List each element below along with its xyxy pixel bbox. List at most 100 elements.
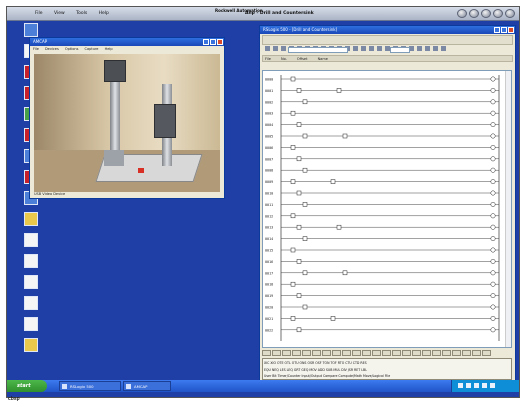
vertical-scrollbar[interactable] (505, 71, 511, 347)
instruction-tab[interactable] (392, 350, 401, 356)
contact-icon[interactable] (342, 270, 348, 276)
contact-icon[interactable] (296, 224, 302, 230)
coil-icon[interactable] (490, 190, 496, 196)
video-menu-devices[interactable]: Devices (45, 47, 59, 51)
instruction-tab[interactable] (452, 350, 461, 356)
instruction-tab[interactable] (402, 350, 411, 356)
contact-icon[interactable] (290, 247, 296, 253)
desktop-icon[interactable] (11, 23, 51, 38)
contact-icon[interactable] (296, 259, 302, 264)
maximize-icon[interactable] (501, 27, 507, 33)
instruction-tab[interactable] (412, 350, 421, 356)
video-menu-capture[interactable]: Capture (85, 47, 99, 51)
coil-icon[interactable] (490, 179, 496, 185)
start-button[interactable]: start (7, 380, 47, 392)
coil-icon[interactable] (490, 270, 496, 276)
circle-button-icon[interactable] (505, 9, 515, 18)
desktop-icon[interactable] (11, 233, 51, 248)
circle-button-icon[interactable] (481, 9, 491, 18)
contact-icon[interactable] (296, 156, 302, 162)
contact-icon[interactable] (296, 293, 302, 298)
video-menu-file[interactable]: File (33, 47, 39, 51)
contact-icon[interactable] (296, 190, 302, 196)
desktop-icon[interactable] (11, 338, 51, 353)
instruction-tab[interactable] (322, 350, 331, 356)
coil-icon[interactable] (490, 87, 496, 93)
coil-icon[interactable] (490, 327, 496, 333)
desktop-icon[interactable] (11, 212, 51, 227)
contact-icon[interactable] (302, 202, 308, 207)
contact-icon[interactable] (330, 179, 336, 184)
instruction-tab[interactable] (262, 350, 271, 356)
desktop-icon[interactable] (11, 254, 51, 269)
tray-icon[interactable] (490, 383, 495, 388)
tray-icon[interactable] (474, 383, 479, 388)
instruction-tab[interactable] (422, 350, 431, 356)
taskbar-item-rslogix[interactable]: RSLogix 500 (59, 381, 121, 391)
instruction-tab[interactable] (282, 350, 291, 356)
minimize-icon[interactable] (203, 39, 209, 45)
contact-icon[interactable] (330, 316, 336, 321)
coil-icon[interactable] (490, 293, 496, 299)
plc-titlebar[interactable]: RSLogix 500 - [Drill and Countersink] (260, 26, 515, 34)
desktop-icon[interactable] (11, 275, 51, 290)
contact-icon[interactable] (290, 316, 296, 321)
circle-button-icon[interactable] (469, 9, 479, 18)
contact-icon[interactable] (296, 122, 302, 127)
coil-icon[interactable] (490, 133, 496, 139)
contact-icon[interactable] (302, 236, 308, 241)
instruction-tab[interactable] (432, 350, 441, 356)
instruction-tab[interactable] (462, 350, 471, 356)
tray-icon[interactable] (466, 383, 471, 388)
coil-icon[interactable] (490, 315, 496, 321)
video-menu-options[interactable]: Options (65, 47, 79, 51)
coil-icon[interactable] (490, 76, 496, 82)
coil-icon[interactable] (490, 258, 496, 264)
contact-icon[interactable] (336, 224, 342, 230)
desktop-icon[interactable] (11, 317, 51, 332)
instruction-tab[interactable] (472, 350, 481, 356)
contact-icon[interactable] (302, 133, 308, 139)
tray-icon[interactable] (458, 383, 463, 388)
contact-icon[interactable] (296, 88, 302, 93)
menu-view[interactable]: View (54, 11, 65, 16)
instruction-tab[interactable] (352, 350, 361, 356)
instruction-tab[interactable] (442, 350, 451, 356)
file-field[interactable] (288, 47, 348, 53)
ladder-diagram[interactable]: 0000 0001 0002 0003 0004 0005 0006 0007 0008 0009… (262, 70, 512, 348)
contact-icon[interactable] (290, 213, 296, 219)
contact-icon[interactable] (290, 179, 296, 184)
coil-icon[interactable] (490, 236, 496, 242)
contact-icon[interactable] (342, 133, 348, 139)
maximize-icon[interactable] (210, 39, 216, 45)
contact-icon[interactable] (290, 145, 296, 150)
instruction-tab[interactable] (362, 350, 371, 356)
circle-button-icon[interactable] (493, 9, 503, 18)
instruction-tab[interactable] (302, 350, 311, 356)
close-icon[interactable] (217, 39, 223, 45)
contact-icon[interactable] (290, 76, 296, 82)
coil-icon[interactable] (490, 213, 496, 219)
coil-icon[interactable] (490, 304, 496, 310)
instruction-tab[interactable] (332, 350, 341, 356)
instruction-tab[interactable] (292, 350, 301, 356)
taskbar-item-amcap[interactable]: AMCAP (123, 381, 171, 391)
file-field-secondary[interactable] (390, 47, 410, 53)
contact-icon[interactable] (302, 167, 308, 173)
close-icon[interactable] (508, 27, 514, 33)
instruction-tab[interactable] (272, 350, 281, 356)
instruction-tab[interactable] (312, 350, 321, 356)
video-menu-help[interactable]: Help (105, 47, 113, 51)
instruction-tab[interactable] (372, 350, 381, 356)
instruction-row[interactable]: User Bit Timer/Counter Input/Output Comp… (264, 373, 510, 380)
contact-icon[interactable] (302, 304, 308, 310)
coil-icon[interactable] (490, 201, 496, 207)
contact-icon[interactable] (336, 88, 342, 93)
video-titlebar[interactable]: AMCAP (30, 38, 224, 46)
coil-icon[interactable] (490, 247, 496, 253)
instruction-tab[interactable] (482, 350, 491, 356)
contact-icon[interactable] (302, 270, 308, 276)
desktop-icon[interactable] (11, 296, 51, 311)
contact-icon[interactable] (290, 281, 296, 287)
contact-icon[interactable] (302, 99, 308, 105)
